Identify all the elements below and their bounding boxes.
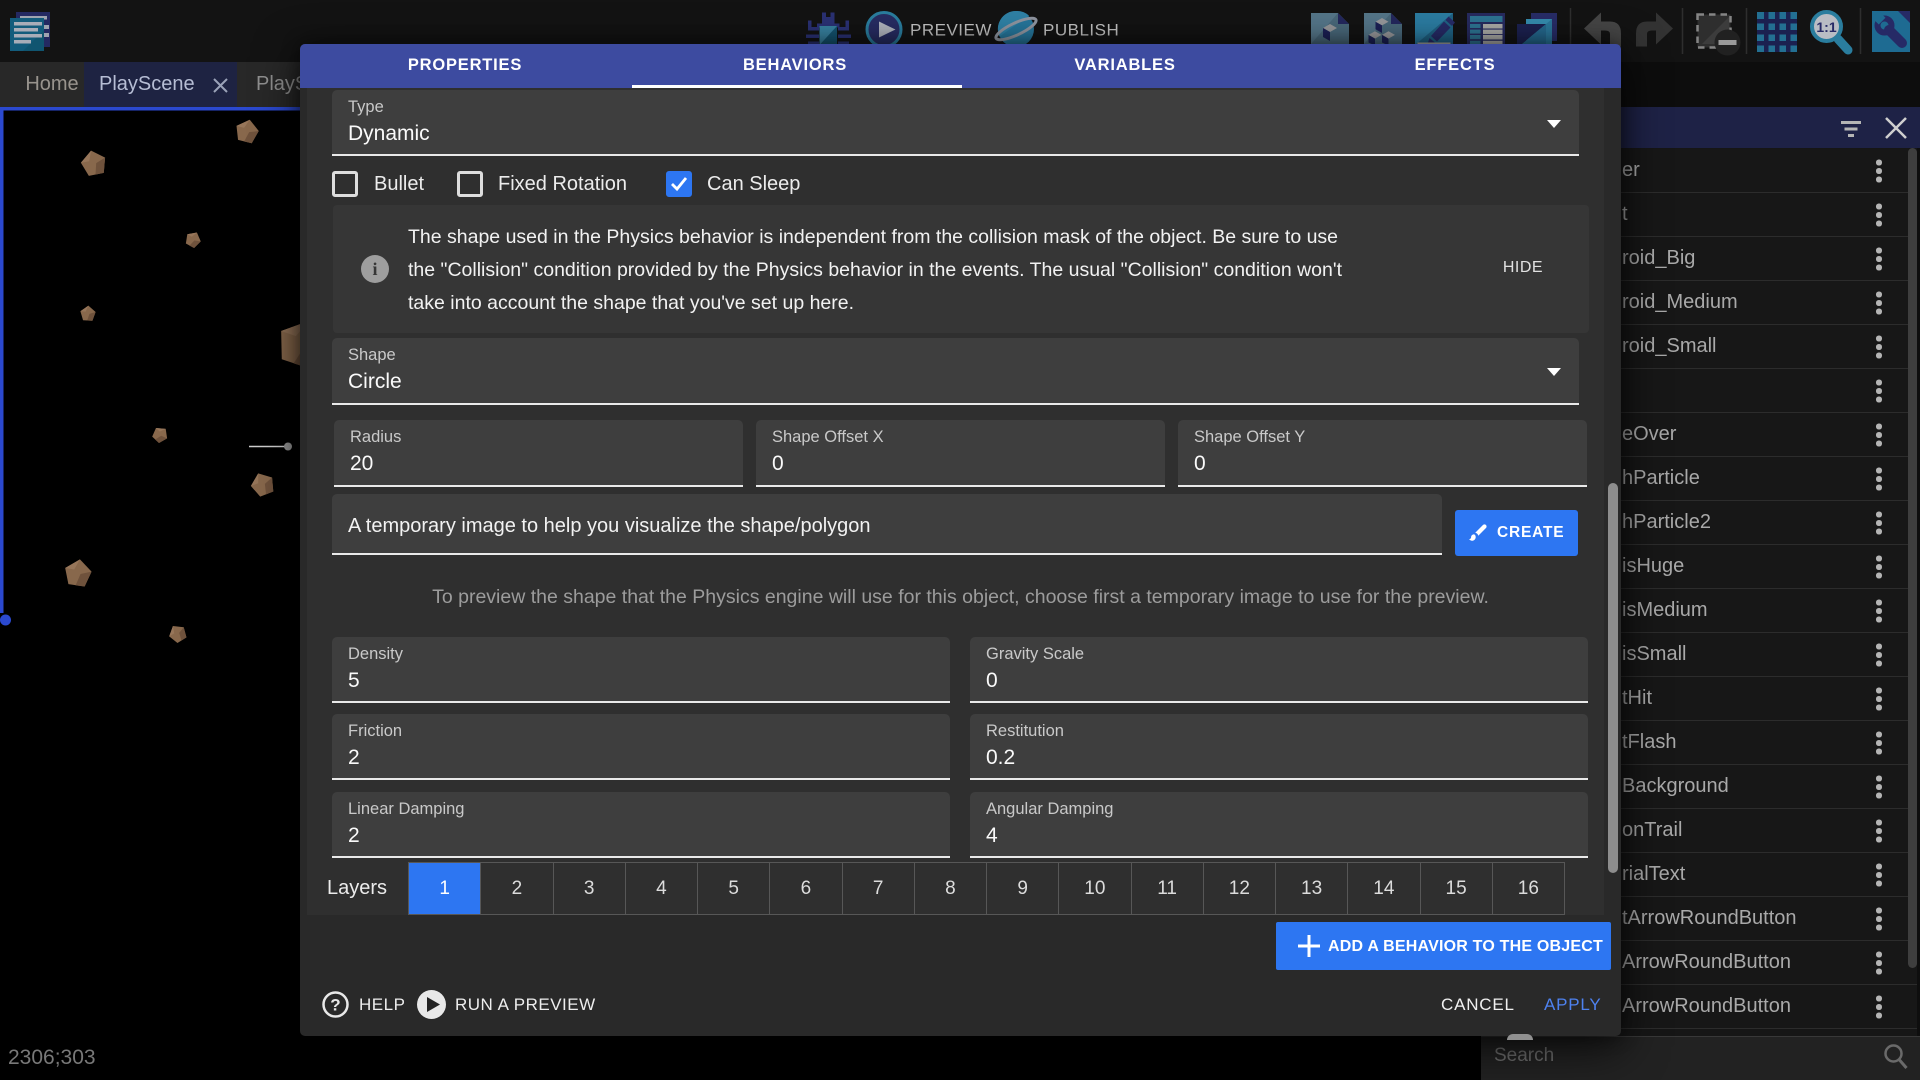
svg-text:PUBLISH: PUBLISH bbox=[1043, 21, 1119, 40]
svg-text:PREVIEW: PREVIEW bbox=[910, 21, 992, 40]
svg-text:1:1: 1:1 bbox=[1816, 19, 1836, 35]
svg-text:?: ? bbox=[330, 996, 340, 1015]
